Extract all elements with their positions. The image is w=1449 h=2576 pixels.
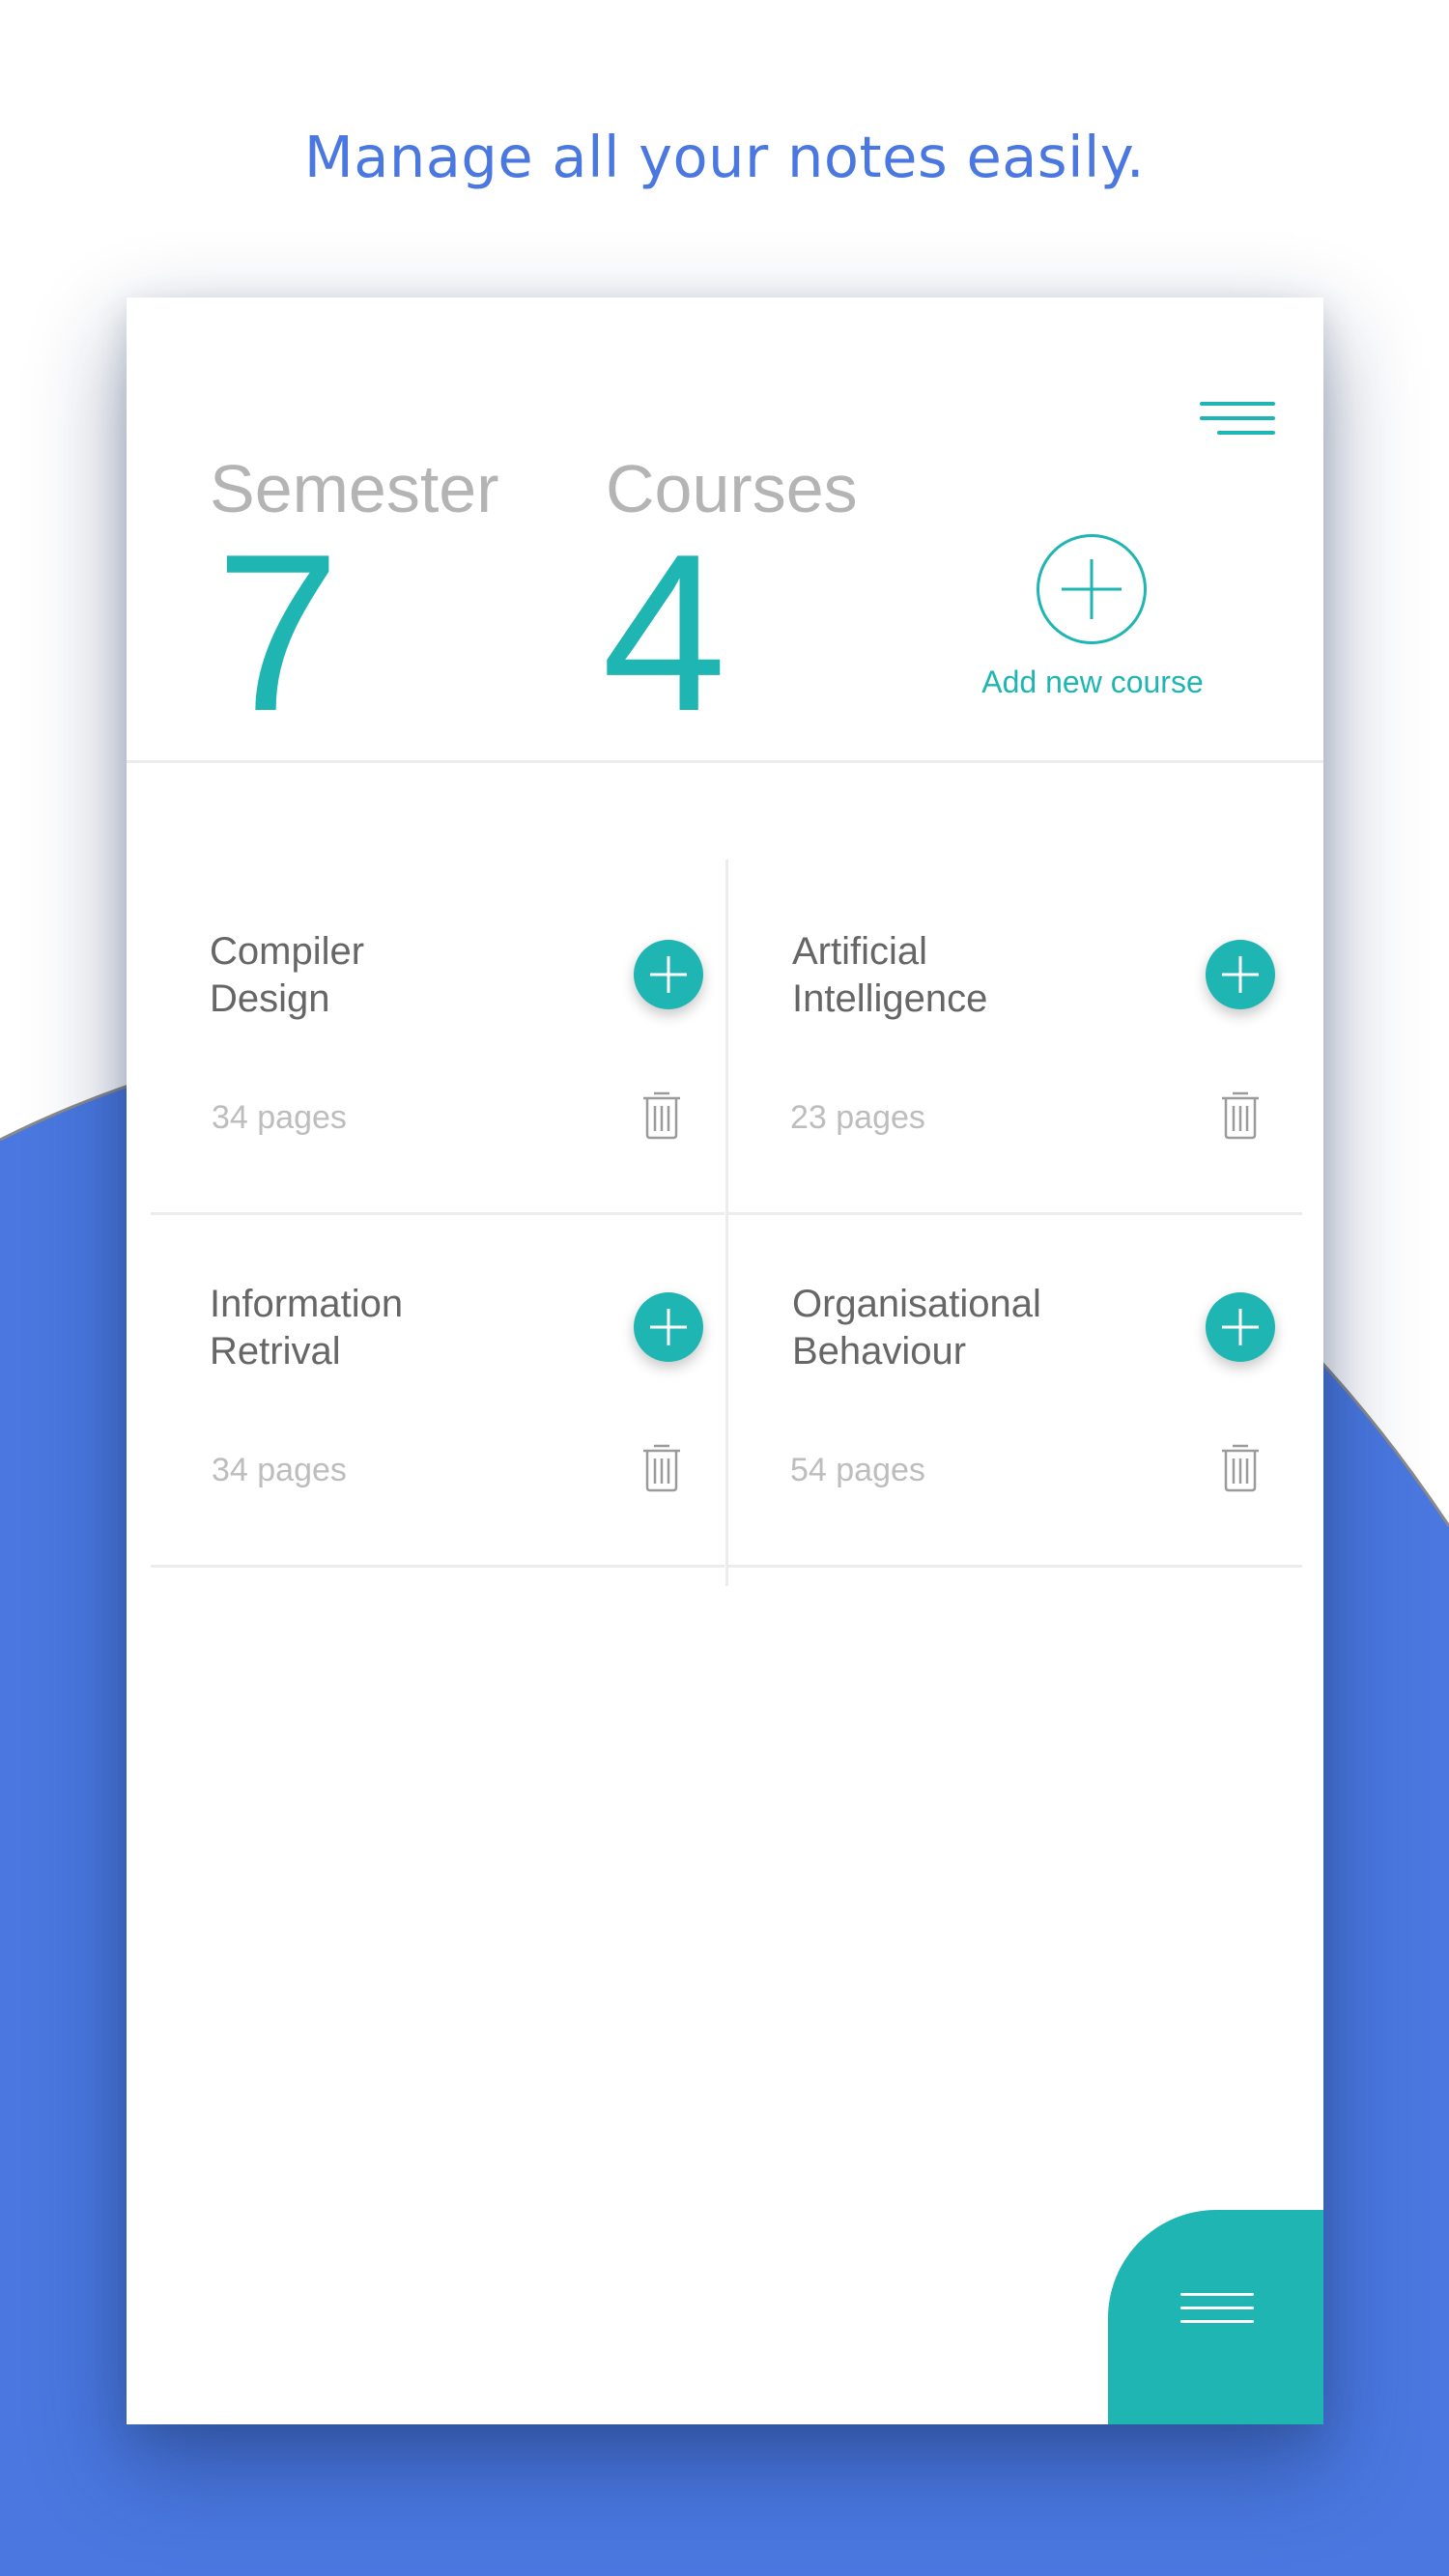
add-note-button[interactable]: [634, 1292, 703, 1362]
tagline: Manage all your notes easily.: [303, 124, 1146, 190]
add-note-button[interactable]: [1206, 1292, 1275, 1362]
course-name: Information Retrival: [210, 1283, 404, 1373]
courses-count: 4: [602, 508, 727, 758]
header-divider: [127, 760, 1323, 763]
course-card[interactable]: Artificial Intelligence 23 pages: [728, 863, 1302, 1215]
trash-icon[interactable]: [640, 1441, 683, 1493]
course-name: Compiler Design: [210, 930, 365, 1020]
course-pages: 23 pages: [790, 1099, 925, 1136]
course-name: Artificial Intelligence: [792, 930, 988, 1020]
semester-value: 7: [215, 508, 341, 758]
add-circle-icon: [1037, 534, 1147, 644]
row-divider: [728, 1565, 1302, 1568]
course-card[interactable]: Organisational Behaviour 54 pages: [728, 1215, 1302, 1568]
course-name: Organisational Behaviour: [792, 1283, 1041, 1373]
fab-menu-button[interactable]: [1108, 2210, 1323, 2424]
add-note-button[interactable]: [634, 940, 703, 1009]
add-new-course-button[interactable]: Add new course: [977, 534, 1208, 699]
trash-icon[interactable]: [1219, 1441, 1262, 1493]
course-pages: 54 pages: [790, 1452, 925, 1488]
hamburger-menu-icon[interactable]: [1198, 394, 1275, 442]
row-divider: [151, 1565, 724, 1568]
course-pages: 34 pages: [212, 1452, 347, 1488]
add-new-course-label: Add new course: [981, 665, 1204, 699]
hamburger-menu-icon: [1180, 2293, 1254, 2296]
course-pages: 34 pages: [212, 1099, 347, 1136]
course-card[interactable]: Information Retrival 34 pages: [151, 1215, 724, 1568]
trash-icon[interactable]: [640, 1089, 683, 1141]
trash-icon[interactable]: [1219, 1089, 1262, 1141]
add-note-button[interactable]: [1206, 940, 1275, 1009]
app-card: Semester 7 Courses 4 Add new course Comp…: [127, 297, 1323, 2424]
course-card[interactable]: Compiler Design 34 pages: [151, 863, 724, 1215]
